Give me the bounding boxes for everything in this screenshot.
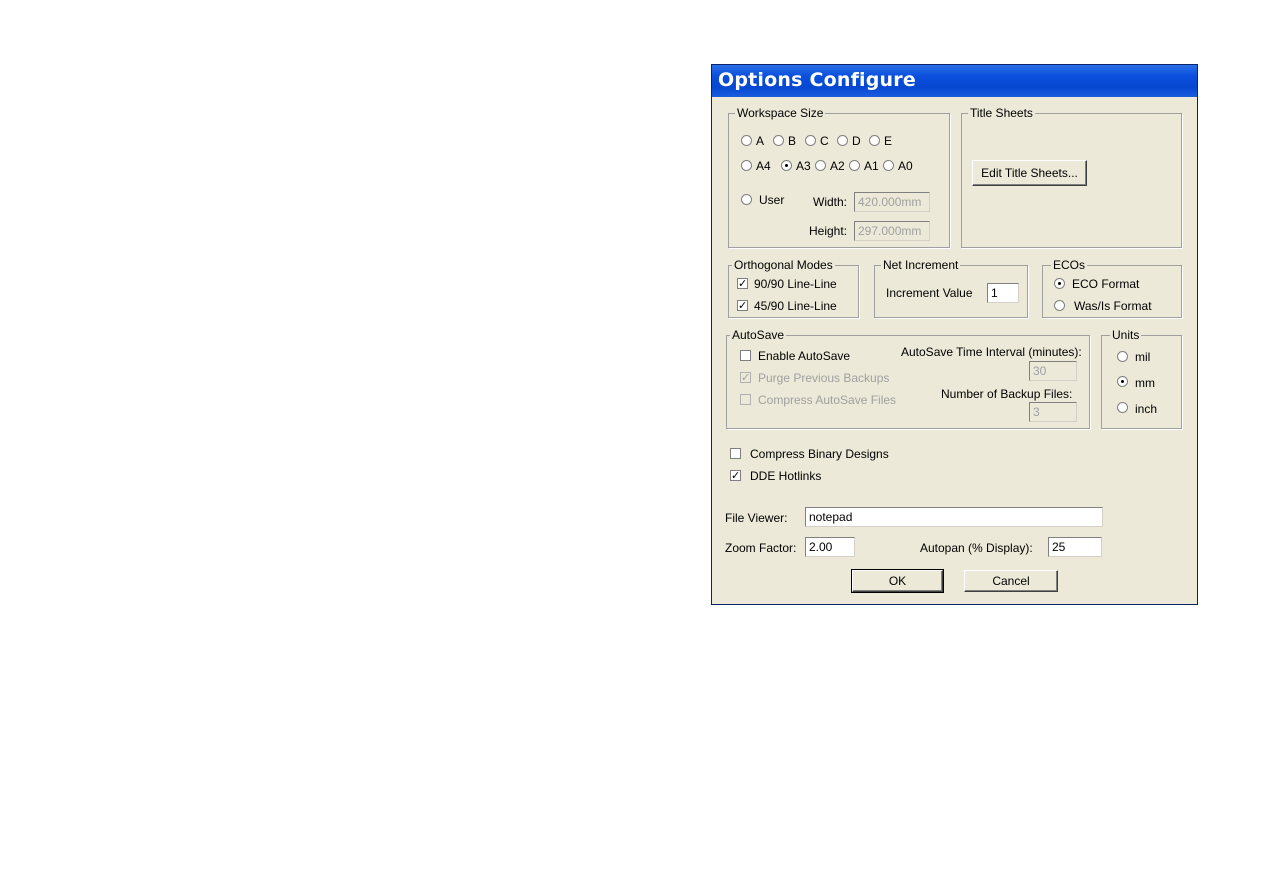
radio-size-d[interactable] — [837, 135, 848, 146]
autopan-input[interactable]: 25 — [1048, 537, 1102, 557]
edit-title-sheets-button[interactable]: Edit Title Sheets... — [972, 160, 1087, 186]
checkbox-90-90-label: 90/90 Line-Line — [754, 277, 837, 291]
compress-binary-designs-checkbox[interactable] — [730, 448, 741, 459]
window-title: Options Configure — [718, 69, 916, 91]
radio-size-e[interactable] — [869, 135, 880, 146]
file-viewer-input[interactable]: notepad — [805, 507, 1103, 527]
compress-binary-designs-label: Compress Binary Designs — [750, 447, 889, 461]
workspace-size-label: Workspace Size — [735, 106, 826, 120]
compress-autosave-checkbox[interactable] — [740, 394, 751, 405]
radio-unit-inch-label: inch — [1135, 402, 1158, 416]
autosave-label: AutoSave — [730, 328, 787, 342]
checkbox-45-90[interactable]: ✓ — [737, 300, 748, 311]
radio-size-a3[interactable] — [781, 160, 792, 171]
width-label: Width: — [813, 195, 848, 209]
radio-unit-mm[interactable] — [1117, 376, 1128, 387]
radio-size-a[interactable] — [741, 135, 752, 146]
radio-size-a4-label: A4 — [756, 159, 771, 173]
orthogonal-modes-label: Orthogonal Modes — [732, 258, 835, 272]
radio-unit-inch[interactable] — [1117, 402, 1128, 413]
radio-size-a-label: A — [756, 134, 765, 148]
net-increment-label: Net Increment — [881, 258, 961, 272]
radio-size-a1[interactable] — [849, 160, 860, 171]
dde-hotlinks-checkbox[interactable]: ✓ — [730, 470, 741, 481]
cancel-button[interactable]: Cancel — [964, 570, 1058, 592]
radio-size-a3-label: A3 — [796, 159, 811, 173]
radio-size-user[interactable] — [741, 194, 752, 205]
checkbox-90-90[interactable]: ✓ — [737, 278, 748, 289]
height-input[interactable]: 297.000mm — [854, 221, 930, 241]
radio-size-b[interactable] — [773, 135, 784, 146]
ok-button[interactable]: OK — [851, 569, 944, 593]
radio-size-e-label: E — [884, 134, 893, 148]
radio-was-is-format-label: Was/Is Format — [1074, 299, 1152, 313]
radio-size-a2[interactable] — [815, 160, 826, 171]
radio-size-a4[interactable] — [741, 160, 752, 171]
backup-files-input[interactable]: 3 — [1029, 402, 1077, 422]
zoom-factor-label: Zoom Factor: — [725, 541, 797, 555]
dde-hotlinks-label: DDE Hotlinks — [750, 469, 822, 483]
radio-eco-format[interactable] — [1054, 278, 1065, 289]
radio-unit-mil-label: mil — [1135, 350, 1151, 364]
compress-autosave-label: Compress AutoSave Files — [758, 393, 897, 407]
checkbox-45-90-label: 45/90 Line-Line — [754, 299, 837, 313]
purge-backups-checkbox[interactable]: ✓ — [740, 372, 751, 383]
autopan-label: Autopan (% Display): — [920, 541, 1033, 555]
radio-size-c-label: C — [820, 134, 829, 148]
radio-unit-mm-label: mm — [1135, 376, 1155, 390]
increment-value-input[interactable]: 1 — [987, 283, 1019, 303]
title-sheets-label: Title Sheets — [968, 106, 1035, 120]
radio-was-is-format[interactable] — [1054, 300, 1065, 311]
units-label: Units — [1110, 328, 1142, 342]
width-input[interactable]: 420.000mm — [854, 192, 930, 212]
ecos-label: ECOs — [1051, 258, 1088, 272]
radio-size-c[interactable] — [805, 135, 816, 146]
purge-backups-label: Purge Previous Backups — [758, 371, 890, 385]
title-bar[interactable]: Options Configure — [712, 65, 1197, 97]
file-viewer-label: File Viewer: — [725, 511, 788, 525]
backup-files-label: Number of Backup Files: — [941, 387, 1073, 401]
enable-autosave-label: Enable AutoSave — [758, 349, 851, 363]
radio-size-b-label: B — [788, 134, 797, 148]
enable-autosave-checkbox[interactable] — [740, 350, 751, 361]
autosave-interval-input[interactable]: 30 — [1029, 361, 1077, 381]
radio-size-a0-label: A0 — [898, 159, 913, 173]
increment-value-label: Increment Value — [886, 286, 973, 300]
radio-size-a1-label: A1 — [864, 159, 879, 173]
radio-size-a0[interactable] — [883, 160, 894, 171]
radio-size-user-label: User — [759, 193, 785, 207]
zoom-factor-input[interactable]: 2.00 — [805, 537, 855, 557]
radio-size-d-label: D — [852, 134, 861, 148]
radio-eco-format-label: ECO Format — [1072, 277, 1140, 291]
radio-unit-mil[interactable] — [1117, 351, 1128, 362]
radio-size-a2-label: A2 — [830, 159, 845, 173]
height-label: Height: — [809, 224, 848, 238]
options-configure-dialog: Options Configure Workspace Size A B C D… — [711, 64, 1198, 605]
autosave-interval-label: AutoSave Time Interval (minutes): — [901, 345, 1082, 359]
